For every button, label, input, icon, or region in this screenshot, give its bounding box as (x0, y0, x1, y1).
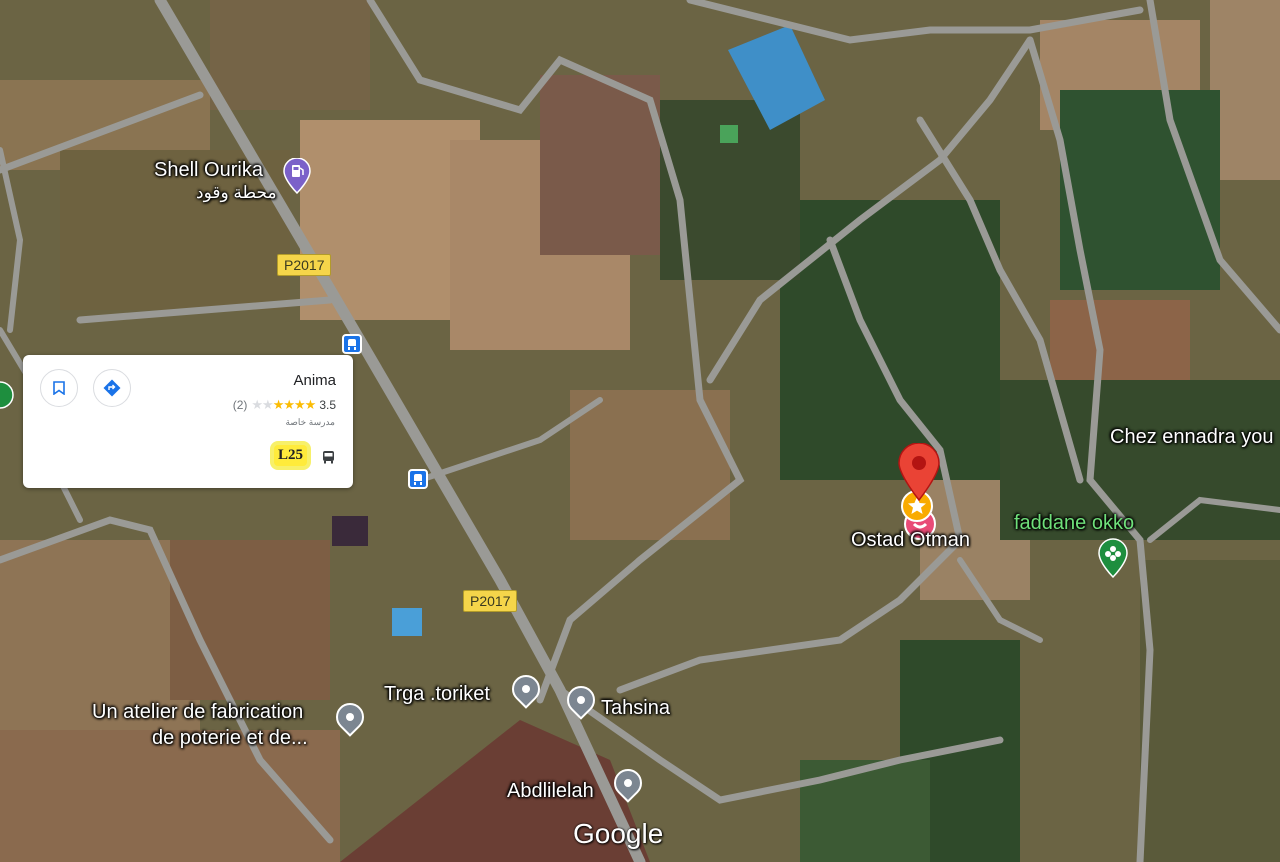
partial-edge-marker-icon[interactable] (0, 380, 14, 410)
place-label[interactable]: Chez ennadra you (1110, 426, 1273, 449)
directions-icon (103, 379, 121, 397)
garden-icon[interactable] (1097, 538, 1129, 578)
road-shield-p2017: P2017 (277, 254, 332, 276)
field (1050, 300, 1190, 390)
review-count: (2) (232, 398, 248, 412)
rating-value: 3.5 (319, 398, 336, 412)
pool (720, 125, 738, 143)
bus-stop-icon[interactable] (342, 334, 362, 354)
place-label: Tahsina (601, 697, 670, 719)
bus-stop-icon[interactable] (408, 469, 428, 489)
star-rating: ★★★★★★ (251, 397, 317, 413)
vegetation (780, 200, 1000, 480)
place-label: Abdlilelah (507, 780, 594, 802)
place-label: Trga .toriket (384, 683, 490, 705)
vegetation (800, 760, 930, 862)
road-shield-p2017: P2017 (463, 590, 518, 612)
place-label: faddane okko (1014, 512, 1135, 534)
place-label: Shell Ourika (154, 159, 263, 181)
field (1210, 0, 1280, 180)
star-off: ★ (251, 397, 263, 412)
rating-row: (2) ★★★★★★ 3.5 (233, 397, 336, 413)
place-title: Anima (293, 372, 336, 389)
bookmark-icon (53, 381, 65, 395)
place-label-line2: de poterie et de... (152, 727, 308, 749)
google-logo: Google (573, 818, 664, 849)
save-button[interactable] (40, 369, 78, 407)
field (210, 0, 370, 110)
vegetation (1140, 560, 1280, 862)
star-on: ★★★★ (272, 397, 317, 412)
transit-route-badge[interactable]: L25 (273, 445, 307, 466)
place-label: Ostad Otman (851, 529, 970, 551)
pool (392, 608, 422, 636)
selected-location-pin-icon[interactable] (897, 443, 941, 501)
bus-icon (323, 451, 334, 464)
basin (332, 516, 368, 546)
place-info-card[interactable]: Anima (2) ★★★★★★ 3.5 مدرسة خاصة L25 (23, 355, 353, 488)
place-sublabel: محطة وقود (196, 183, 277, 202)
place-label: Un atelier de fabrication (92, 701, 304, 723)
directions-button[interactable] (93, 369, 131, 407)
place-category: مدرسة خاصة (285, 417, 335, 427)
field (540, 75, 660, 255)
gas-station-icon[interactable] (282, 158, 312, 194)
star-off: ★ (262, 397, 274, 412)
